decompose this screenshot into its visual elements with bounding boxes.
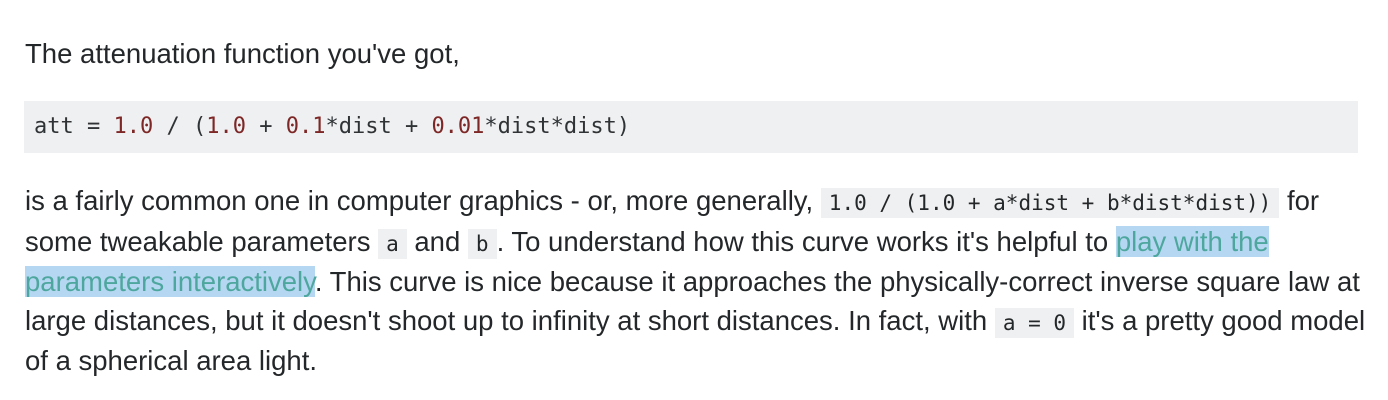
code-number: 1.0 bbox=[206, 114, 246, 139]
code-number: 0.1 bbox=[285, 114, 326, 139]
text-span: and bbox=[414, 225, 461, 257]
text-span: is a fairly common one in computer graph… bbox=[25, 185, 814, 216]
code-token: *dist*dist) bbox=[484, 114, 631, 139]
explanation-paragraph: is a fairly common one in computer graph… bbox=[25, 182, 1370, 381]
code-block: att = 1.0 / (1.0 + 0.1*dist + 0.01*dist*… bbox=[24, 101, 1358, 153]
code-number: 1.0 bbox=[113, 114, 154, 139]
inline-code-a-equals-0: a = 0 bbox=[994, 307, 1075, 338]
answer-content: The attenuation function you've got, att… bbox=[24, 30, 1370, 381]
inline-code-general-formula: 1.0 / (1.0 + a*dist + b*dist*dist)) bbox=[820, 188, 1280, 218]
code-token: att = bbox=[34, 114, 114, 139]
inline-code-b: b bbox=[467, 228, 497, 259]
code-token: / ( bbox=[153, 114, 207, 139]
code-number: 0.01 bbox=[431, 114, 485, 139]
inline-code-a: a bbox=[378, 228, 407, 259]
code-token: *dist + bbox=[325, 114, 432, 139]
text-span: . To understand how this curve works it'… bbox=[496, 225, 1109, 257]
intro-text: The attenuation function you've got, bbox=[25, 38, 460, 69]
code-token: + bbox=[245, 114, 286, 139]
